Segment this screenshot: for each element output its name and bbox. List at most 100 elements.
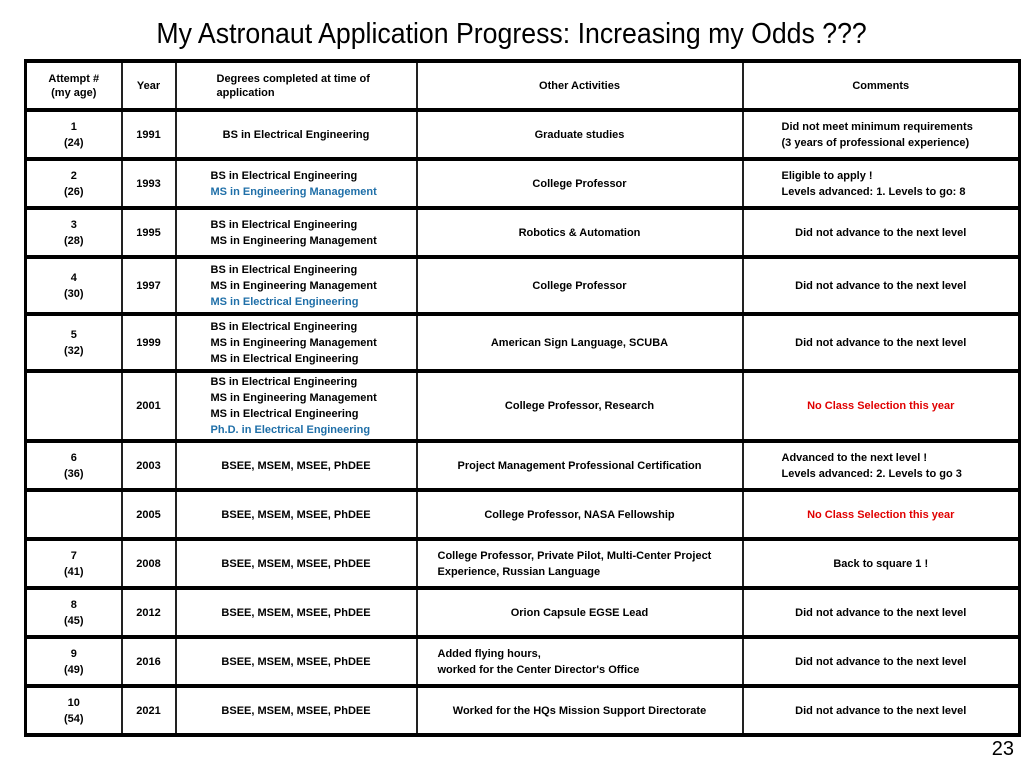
year-cell: 1993 xyxy=(120,157,177,210)
comment: Did not advance to the next level xyxy=(795,336,967,349)
comments-cell: Did not advance to the next level xyxy=(741,206,1021,259)
activities-cell: College Professor xyxy=(415,255,744,316)
slide-title: My Astronaut Application Progress: Incre… xyxy=(156,18,867,50)
activities-cell: American Sign Language, SCUBA xyxy=(415,312,744,373)
table-row: 3 (28) 1995 BS in Electrical Engineering MS … xyxy=(24,206,1021,259)
activity: Worked for the HQs Mission Support Direc… xyxy=(452,704,707,717)
table-body: 1 (24) 1991 BS in Electrical Engineering Gra… xyxy=(24,108,1021,737)
year-cell: 2008 xyxy=(120,537,177,590)
attempt-number: 7 xyxy=(70,549,77,562)
activities-cell: Worked for the HQs Mission Support Direc… xyxy=(415,684,744,737)
table-row: 1 (24) 1991 BS in Electrical Engineering Gra… xyxy=(24,108,1021,161)
alert-comment: No Class Selection this year xyxy=(807,400,955,412)
table-row: 2005 BSEE, MSEM, MSEE, PhDEE College Profe… xyxy=(24,488,1021,541)
degree: MS in Electrical Engineering xyxy=(210,352,359,365)
degree: MS in Electrical Engineering xyxy=(210,408,359,420)
activity: College Professor xyxy=(532,279,627,292)
attempt-cell xyxy=(24,488,123,541)
degree: BSEE, MSEM, MSEE, PhDEE xyxy=(221,704,371,717)
year-cell: 2021 xyxy=(120,684,177,737)
activities-cell: College Professor, NASA Fellowship xyxy=(415,488,744,541)
comments-cell: Did not advance to the next level xyxy=(741,684,1021,737)
degrees-cell: BS in Electrical Engineering MS in Engine… xyxy=(174,157,418,210)
attempt-cell: 7 (41) xyxy=(24,537,123,590)
comments-cell: Advanced to the next level ! Levels advan… xyxy=(741,439,1021,492)
attempt-cell xyxy=(24,369,123,443)
attempt-cell: 4 (30) xyxy=(24,255,123,316)
activities-cell: Robotics & Automation xyxy=(415,206,744,259)
attempt-number: 4 xyxy=(70,271,77,284)
attempt-number: 9 xyxy=(70,647,77,660)
activity: College Professor, Private Pilot, Multi-… xyxy=(437,549,712,562)
comments-cell: Did not advance to the next level xyxy=(741,586,1021,639)
activity: American Sign Language, SCUBA xyxy=(490,336,669,349)
degree: MS in Engineering Management xyxy=(210,336,377,349)
degree: BSEE, MSEM, MSEE, PhDEE xyxy=(221,655,371,668)
applicant-age: (32) xyxy=(63,344,84,357)
comments-cell: Did not meet minimum requirements (3 year… xyxy=(741,108,1021,161)
activity: College Professor, NASA Fellowship xyxy=(484,508,675,521)
degrees-cell: BS in Electrical Engineering MS in Engine… xyxy=(174,369,418,443)
attempt-cell: 8 (45) xyxy=(24,586,123,639)
comment: Did not advance to the next level xyxy=(795,704,967,717)
comments-cell: No Class Selection this year xyxy=(741,369,1021,443)
degree: MS in Engineering Management xyxy=(210,279,377,292)
activities-cell: Added flying hours, worked for the Center… xyxy=(415,635,744,688)
applicant-age: (26) xyxy=(63,185,84,198)
degree: BSEE, MSEM, MSEE, PhDEE xyxy=(221,459,371,472)
degree: BSEE, MSEM, MSEE, PhDEE xyxy=(221,606,371,619)
applicant-age: (24) xyxy=(63,136,84,149)
comments-cell: Eligible to apply ! Levels advanced: 1. L… xyxy=(741,157,1021,210)
attempt-number: 3 xyxy=(70,218,77,231)
year-cell: 2001 xyxy=(120,369,177,443)
header-comments: Comments xyxy=(741,59,1021,112)
year-cell: 2016 xyxy=(120,635,177,688)
degrees-cell: BS in Electrical Engineering xyxy=(174,108,418,161)
activity: Added flying hours, xyxy=(437,647,541,660)
table-header-row: Attempt # (my age) Year Degrees complete… xyxy=(24,59,1021,112)
table-row: 9 (49) 2016 BSEE, MSEM, MSEE, PhDEE Added fl… xyxy=(24,635,1021,688)
year-cell: 2005 xyxy=(120,488,177,541)
table-row: 8 (45) 2012 BSEE, MSEM, MSEE, PhDEE Orion Ca… xyxy=(24,586,1021,639)
attempt-cell: 2 (26) xyxy=(24,157,123,210)
comment: Advanced to the next level ! xyxy=(781,451,927,464)
attempt-cell: 9 (49) xyxy=(24,635,123,688)
year-cell: 2012 xyxy=(120,586,177,639)
comments-cell: Did not advance to the next level xyxy=(741,635,1021,688)
activity: College Professor, Research xyxy=(504,400,655,412)
alert-comment: No Class Selection this year xyxy=(807,508,955,521)
activities-cell: Graduate studies xyxy=(415,108,744,161)
comment: Did not advance to the next level xyxy=(795,655,967,668)
comment: Back to square 1 ! xyxy=(833,557,929,570)
activities-cell: College Professor, Research xyxy=(415,369,744,443)
attempt-number: 2 xyxy=(70,169,77,182)
attempt-cell: 3 (28) xyxy=(24,206,123,259)
comment: Did not advance to the next level xyxy=(795,606,967,619)
comment: Did not advance to the next level xyxy=(795,279,967,292)
new-degree: Ph.D. in Electrical Engineering xyxy=(210,424,371,436)
applicant-age: (54) xyxy=(63,712,84,725)
header-activities: Other Activities xyxy=(415,59,744,112)
degrees-cell: BSEE, MSEM, MSEE, PhDEE xyxy=(174,488,418,541)
attempt-cell: 1 (24) xyxy=(24,108,123,161)
application-progress-table: Attempt # (my age) Year Degrees complete… xyxy=(24,59,1021,737)
comment: Levels advanced: 2. Levels to go 3 xyxy=(781,467,962,480)
degree: BS in Electrical Engineering xyxy=(210,376,358,388)
activities-cell: College Professor xyxy=(415,157,744,210)
activities-cell: Project Management Professional Certific… xyxy=(415,439,744,492)
attempt-number: 10 xyxy=(67,696,80,709)
activities-cell: Orion Capsule EGSE Lead xyxy=(415,586,744,639)
new-degree: MS in Electrical Engineering xyxy=(210,295,359,308)
comment: Did not advance to the next level xyxy=(795,226,967,239)
attempt-cell: 6 (36) xyxy=(24,439,123,492)
degrees-cell: BSEE, MSEM, MSEE, PhDEE xyxy=(174,439,418,492)
applicant-age: (49) xyxy=(63,663,84,676)
degrees-cell: BS in Electrical Engineering MS in Engine… xyxy=(174,255,418,316)
activity: College Professor xyxy=(532,177,627,190)
year-cell: 2003 xyxy=(120,439,177,492)
degree: BS in Electrical Engineering xyxy=(222,128,370,141)
attempt-number: 5 xyxy=(70,328,77,341)
attempt-number: 8 xyxy=(70,598,77,611)
new-degree: MS in Engineering Management xyxy=(210,185,377,198)
table-row: 4 (30) 1997 BS in Electrical Engineering MS … xyxy=(24,255,1021,316)
